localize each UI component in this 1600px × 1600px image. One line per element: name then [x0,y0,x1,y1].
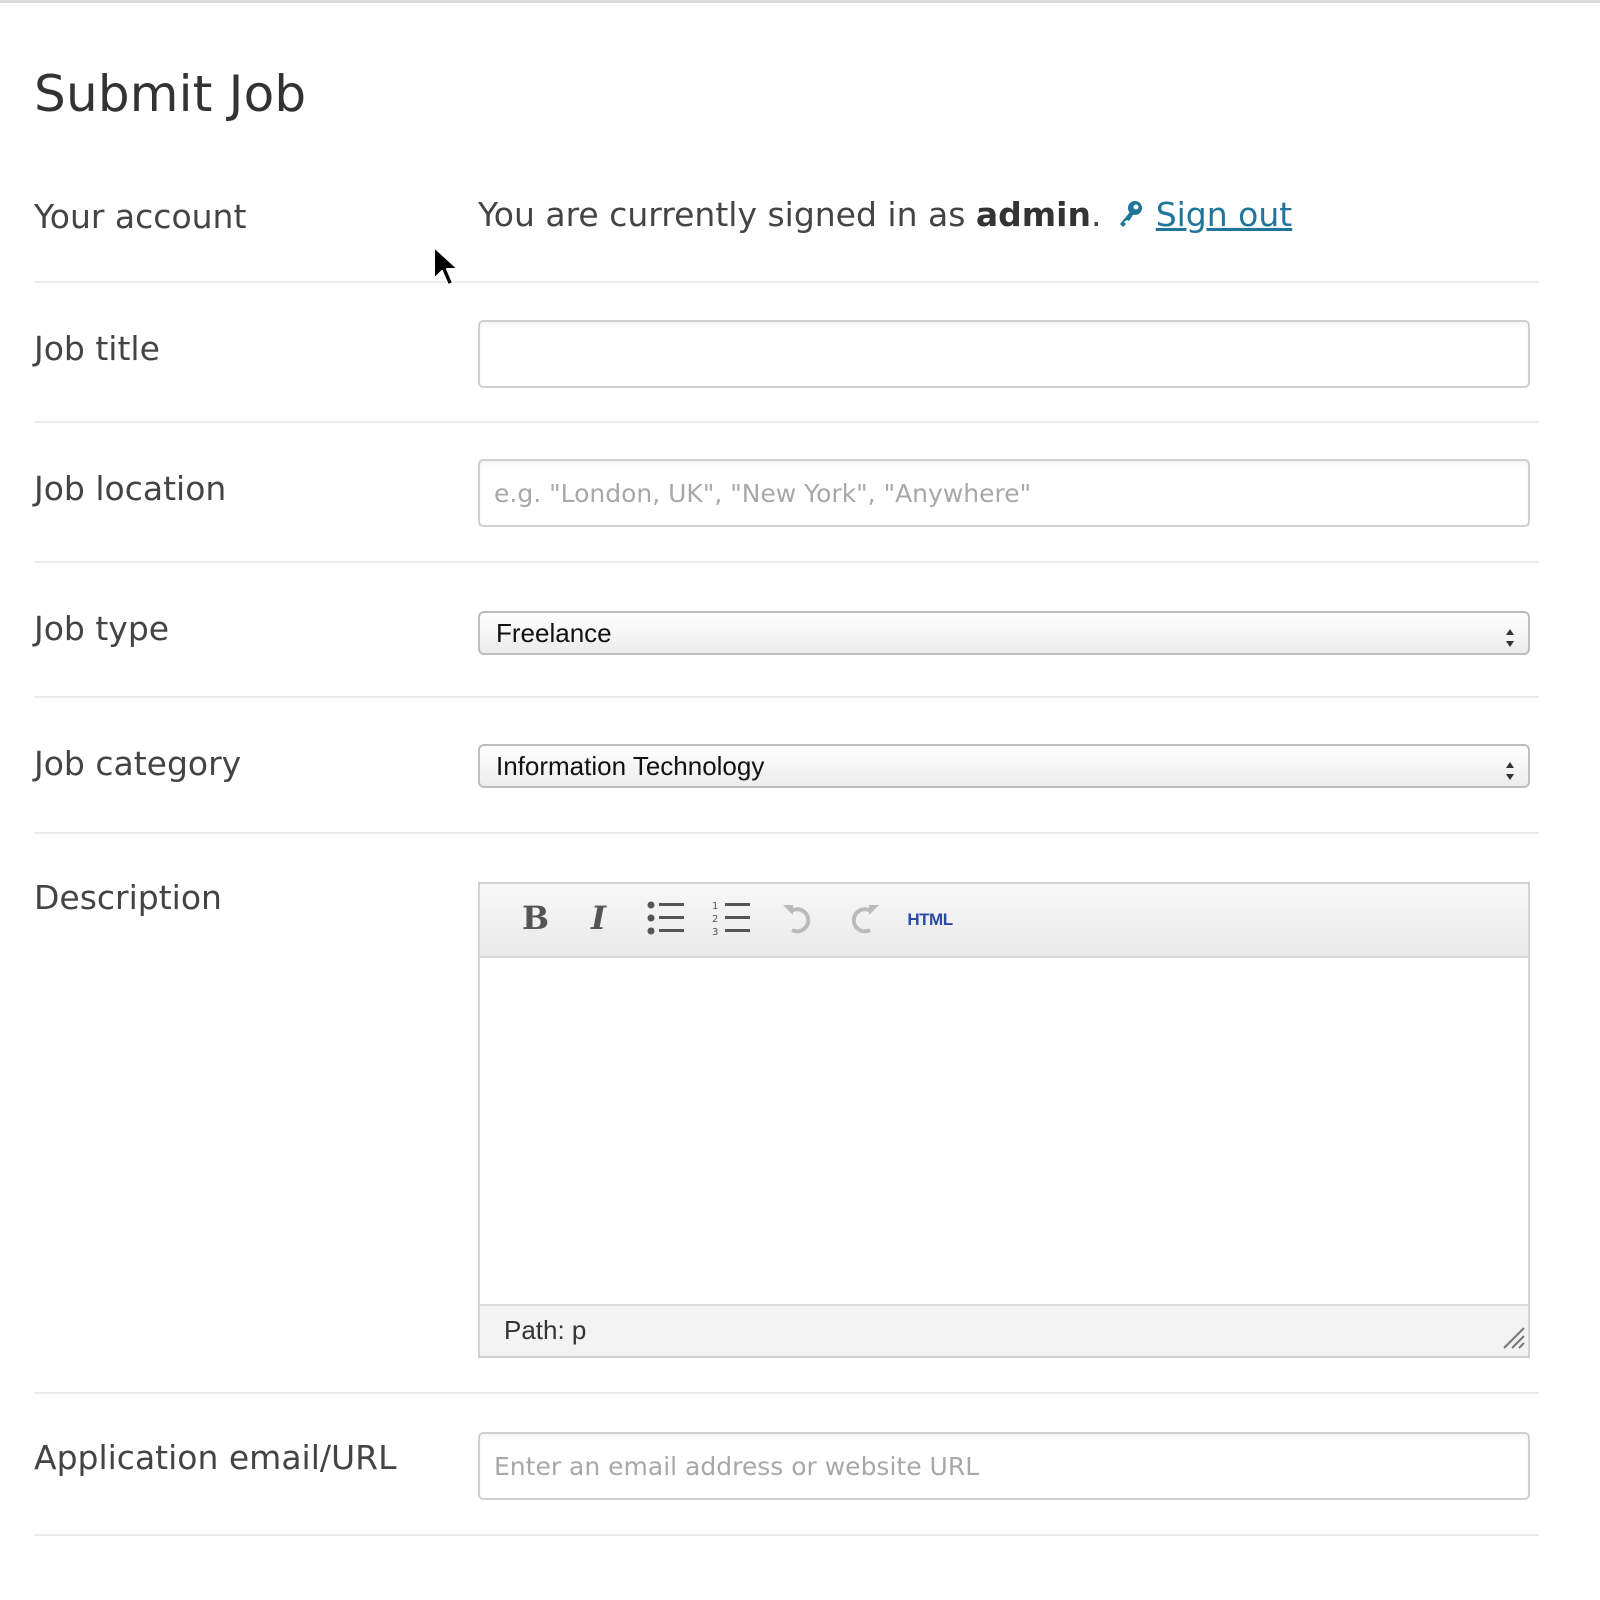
signed-in-prefix: You are currently signed in as [478,195,976,234]
job-type-select[interactable]: Freelance [478,611,1530,655]
application-row: Application email/URL [34,1394,1539,1536]
numbered-list-button[interactable]: 1 2 3 [706,896,758,944]
italic-icon: I [585,899,615,939]
job-location-row: Job location [34,423,1539,563]
submit-job-page: Submit Job Your account You are currentl… [0,0,1600,1600]
signed-in-suffix: . [1091,195,1102,234]
bullet-list-icon [646,900,686,940]
application-input[interactable] [478,1432,1530,1500]
account-row: Your account You are currently signed in… [34,175,1539,283]
job-location-input[interactable] [478,459,1530,527]
resize-handle-icon[interactable] [1500,1324,1526,1354]
description-label: Description [34,878,222,917]
bold-button[interactable]: B [508,896,560,944]
sign-out-link[interactable]: Sign out [1156,195,1293,234]
mouse-pointer-icon [432,245,460,293]
job-title-label: Job title [34,329,160,368]
signed-in-username: admin [975,195,1091,234]
signed-in-text: You are currently signed in as admin. [478,195,1102,234]
undo-button[interactable] [772,896,824,944]
job-type-selected-value: Freelance [496,618,612,648]
application-label: Application email/URL [34,1438,397,1477]
undo-icon [780,900,816,940]
select-arrows-icon [1504,621,1516,661]
svg-text:I: I [590,901,607,935]
page-title: Submit Job [34,65,307,123]
bold-icon: B [519,899,549,939]
job-category-selected-value: Information Technology [496,751,765,781]
html-icon: HTML [907,910,953,929]
description-field-wrap: B I 1 2 3 HTML Path: p [478,882,1530,1358]
description-row: Description B I 1 2 3 HTML Path: p [34,834,1539,1394]
job-category-label: Job category [34,744,242,783]
job-title-input[interactable] [478,320,1530,388]
job-location-label: Job location [34,469,227,508]
bullet-list-button[interactable] [640,896,692,944]
key-icon [1117,199,1145,233]
redo-button[interactable] [838,896,890,944]
svg-text:1: 1 [712,901,718,912]
job-category-row: Job category Information Technology [34,698,1539,834]
redo-icon [846,900,882,940]
svg-text:B: B [522,901,549,935]
job-title-field-wrap [478,320,1530,388]
job-type-row: Job type Freelance [34,563,1539,698]
account-label: Your account [34,197,247,236]
svg-text:3: 3 [712,927,718,937]
html-button[interactable]: HTML [904,896,956,944]
job-location-field-wrap [478,459,1530,527]
job-type-label: Job type [34,609,170,648]
editor-toolbar: B I 1 2 3 HTML [480,884,1528,958]
job-title-row: Job title [34,283,1539,423]
editor-path: Path: p [504,1315,587,1345]
svg-text:2: 2 [712,914,718,925]
application-field-wrap [478,1432,1530,1500]
select-arrows-icon [1504,754,1516,794]
numbered-list-icon: 1 2 3 [712,899,752,941]
description-editor: B I 1 2 3 HTML Path: p [478,882,1530,1358]
job-category-field-wrap: Information Technology [478,744,1530,788]
italic-button[interactable]: I [574,896,626,944]
editor-status-bar: Path: p [480,1304,1528,1356]
job-category-select[interactable]: Information Technology [478,744,1530,788]
account-info: You are currently signed in as admin. Si… [478,195,1530,234]
description-editor-body[interactable] [480,958,1528,1300]
job-type-field-wrap: Freelance [478,611,1530,655]
